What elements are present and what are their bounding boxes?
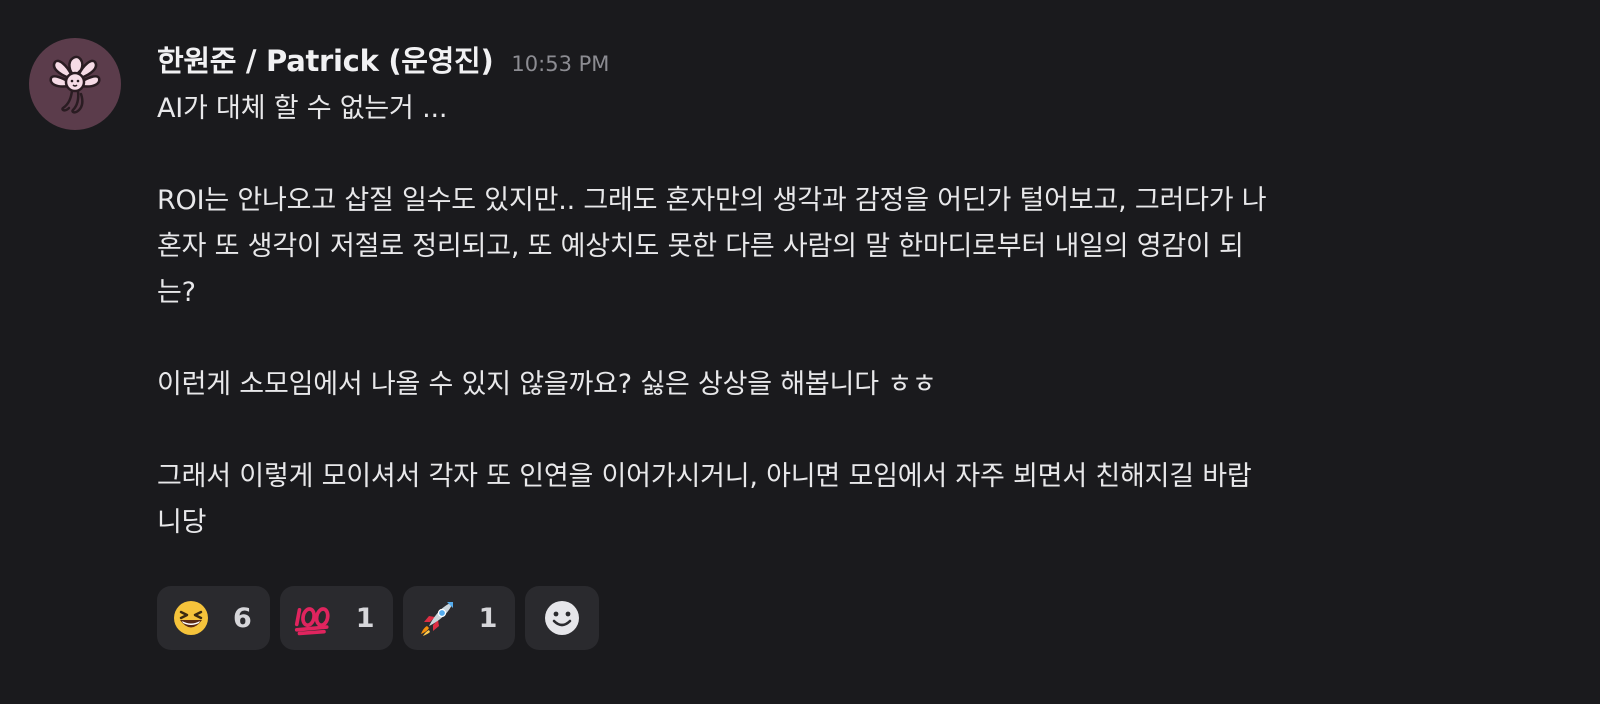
reaction-count: 1 <box>478 602 498 634</box>
grinning-squinting-face-icon <box>171 598 211 638</box>
reaction-count: 1 <box>355 602 375 634</box>
message-line: AI가 대체 할 수 없는거 ... <box>157 93 448 124</box>
add-reaction-button[interactable] <box>525 586 600 650</box>
message-line: 는? <box>157 277 196 308</box>
hundred-points-icon <box>294 598 334 638</box>
add-reaction-smiley-icon <box>545 601 580 635</box>
reaction-grinning-squinting[interactable]: 6 <box>157 586 270 650</box>
reaction-hundred-points[interactable]: 1 <box>279 586 393 650</box>
message-line: 혼자 또 생각이 저절로 정리되고, 또 예상치도 못한 다른 사람의 말 한마… <box>157 231 1244 262</box>
message-timestamp[interactable]: 10:53 PM <box>511 52 609 76</box>
reaction-count: 6 <box>233 602 252 634</box>
message-content: 한원준 / Patrick (운영진) 10:53 PM AI가 대체 할 수 … <box>157 38 1577 546</box>
message-line: 니당 <box>157 507 207 538</box>
octopus-avatar-icon <box>49 55 101 114</box>
reaction-rocket[interactable]: 1 <box>402 586 516 650</box>
message-line: 이런게 소모임에서 나올 수 있지 않을까요? 싫은 상상을 해봅니다 ㅎㅎ <box>157 369 937 400</box>
avatar[interactable] <box>29 38 121 130</box>
reaction-bar: 6 1 1 <box>157 586 600 650</box>
message-header: 한원준 / Patrick (운영진) 10:53 PM <box>157 38 1577 84</box>
rocket-icon <box>417 598 457 638</box>
author-name[interactable]: 한원준 / Patrick (운영진) <box>157 38 494 80</box>
chat-message: 한원준 / Patrick (운영진) 10:53 PM AI가 대체 할 수 … <box>0 0 1600 704</box>
message-body: AI가 대체 할 수 없는거 ... ROI는 안나오고 삽질 일수도 있지만.… <box>157 86 1577 546</box>
message-line: ROI는 안나오고 삽질 일수도 있지만.. 그래도 혼자만의 생각과 감정을 … <box>157 185 1267 216</box>
message-line: 그래서 이렇게 모이셔서 각자 또 인연을 이어가시거니, 아니면 모임에서 자… <box>157 461 1252 492</box>
